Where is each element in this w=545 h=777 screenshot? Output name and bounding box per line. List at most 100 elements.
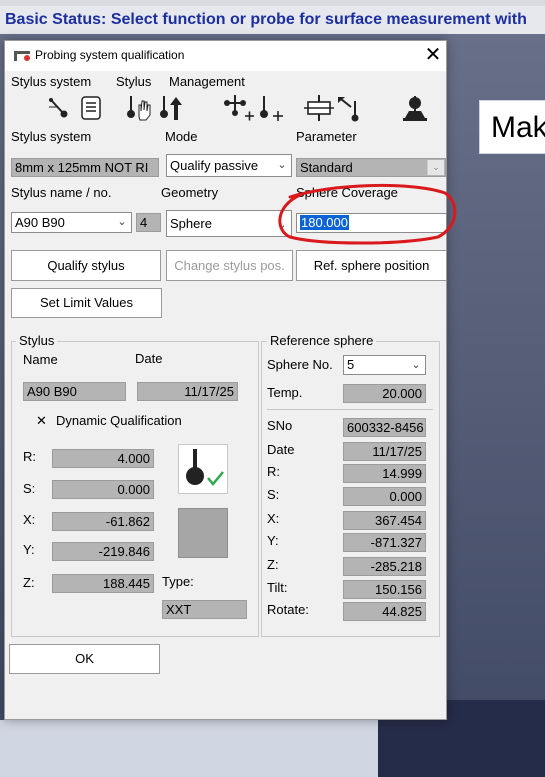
stylus-r-label: R: — [23, 449, 36, 464]
stylus-database-icon — [81, 96, 101, 120]
menu-management[interactable]: Management — [169, 74, 245, 89]
type-label: Type: — [162, 574, 194, 589]
probe-head-button[interactable] — [303, 93, 335, 123]
stylus-date-col-label: Date — [135, 351, 163, 366]
add-stylus-icon — [260, 96, 283, 121]
background-card: Mak — [479, 100, 545, 154]
sphere-z-label: Z: — [267, 557, 279, 572]
chevron-down-icon: ⌄ — [411, 359, 421, 371]
sphere-s-value: 0.000 — [343, 487, 426, 506]
stylus-z-value: 188.445 — [52, 574, 154, 593]
sphere-x-label: X: — [267, 511, 280, 526]
sphere-x-value: 367.454 — [343, 511, 426, 530]
stylus-y-value: -219.846 — [52, 542, 154, 561]
temp-label: Temp. — [267, 385, 303, 400]
geometry-label: Geometry — [161, 185, 219, 200]
app-icon — [14, 51, 30, 61]
background-panel — [0, 720, 378, 777]
sphere-date-label: Date — [267, 442, 295, 457]
stylus-name-label: Stylus name / no. — [11, 185, 112, 200]
close-button[interactable]: ✕ — [421, 43, 445, 67]
stylus-hand-icon — [127, 96, 151, 121]
sphere-sno-label: SNo — [267, 418, 293, 433]
reference-sphere-button[interactable] — [399, 93, 431, 123]
dialog-titlebar: Probing system qualification ✕ — [5, 41, 446, 71]
sphere-y-value: -871.327 — [343, 533, 426, 552]
stylus-r-value: 4.000 — [52, 449, 154, 468]
stylus-hand-button[interactable] — [123, 93, 155, 123]
mode-label: Mode — [165, 129, 198, 144]
stylus-s-value: 0.000 — [52, 480, 154, 499]
stylus-up-button[interactable] — [155, 93, 187, 123]
stylus-z-label: Z: — [23, 575, 35, 590]
reference-sphere-title: Reference sphere — [267, 333, 377, 348]
mode-value: Qualify passive — [170, 158, 259, 173]
close-icon: ✕ — [424, 44, 442, 66]
parameter-dropdown[interactable]: Standard ⌄ — [296, 158, 446, 177]
sphere-r-value: 14.999 — [343, 464, 426, 483]
stylus-date-value: 11/17/25 — [137, 382, 238, 401]
dynamic-qualification-label: Dynamic Qualification — [56, 413, 182, 428]
mode-dropdown[interactable]: Qualify passive ⌄ — [166, 154, 292, 177]
change-stylus-pos-button[interactable]: Change stylus pos. — [166, 250, 293, 281]
stylus-group-title: Stylus — [16, 333, 58, 348]
menu-stylus[interactable]: Stylus — [116, 74, 151, 89]
dialog-title: Probing system qualification — [35, 48, 185, 62]
stylus-x-value: -61.862 — [52, 512, 154, 531]
red-annotation-circle — [278, 183, 457, 245]
stylus-y-label: Y: — [23, 542, 35, 557]
dynamic-qualification-mark: ✕ — [36, 413, 47, 428]
stylus-name-dropdown[interactable]: A90 B90 ⌄ — [11, 212, 132, 233]
stylus-check-icon — [186, 449, 224, 486]
sphere-no-label: Sphere No. — [267, 357, 333, 372]
sphere-date-value: 11/17/25 — [343, 442, 426, 461]
sphere-no-dropdown[interactable]: 5 ⌄ — [343, 355, 426, 375]
sphere-y-label: Y: — [267, 533, 279, 548]
chevron-down-icon: ⌄ — [277, 159, 287, 171]
status-bar: Basic Status: Select function or probe f… — [0, 6, 545, 34]
sphere-z-value: -285.218 — [343, 557, 426, 576]
stylus-system-field: 8mm x 125mm NOT RI — [11, 158, 159, 177]
stylus-config-button[interactable] — [43, 93, 75, 123]
chevron-down-icon: ⌄ — [427, 160, 444, 175]
stylus-name-col-label: Name — [23, 352, 58, 367]
sphere-rotate-value: 44.825 — [343, 602, 426, 621]
stylus-x-label: X: — [23, 512, 36, 527]
parameter-label: Parameter — [296, 129, 357, 144]
sphere-rotate-label: Rotate: — [267, 602, 309, 617]
probing-qualification-dialog: Probing system qualification ✕ Stylus sy… — [4, 40, 457, 720]
probe-change-button[interactable] — [335, 93, 367, 123]
probe-change-icon — [338, 97, 359, 122]
add-star-stylus-icon — [224, 95, 254, 121]
chevron-down-icon: ⌄ — [117, 216, 127, 228]
sphere-s-label: S: — [267, 487, 280, 502]
sphere-sno-value: 600332-8456 — [343, 418, 426, 437]
ok-button[interactable]: OK — [9, 644, 160, 674]
stylus-number-field[interactable]: 4 — [136, 213, 161, 232]
parameter-value: Standard — [300, 160, 353, 175]
stylus-up-icon — [160, 96, 182, 120]
stylus-s-label: S: — [23, 481, 36, 496]
stylus-config-icon — [49, 98, 68, 118]
stylus-preview-image — [178, 508, 228, 558]
stylus-database-button[interactable] — [75, 93, 107, 123]
divider — [267, 409, 433, 410]
geometry-value: Sphere — [170, 216, 212, 231]
reference-sphere-icon — [403, 96, 427, 121]
stylus-name-value: A90 B90 — [23, 382, 126, 401]
type-value: XXT — [162, 600, 247, 619]
temp-value[interactable]: 20.000 — [343, 384, 426, 403]
sphere-no-value: 5 — [347, 357, 355, 372]
sphere-tilt-label: Tilt: — [267, 580, 288, 595]
ref-sphere-position-button[interactable]: Ref. sphere position — [296, 250, 447, 281]
add-star-stylus-button[interactable] — [223, 93, 255, 123]
add-stylus-button[interactable] — [255, 93, 287, 123]
qualify-stylus-button[interactable]: Qualify stylus — [11, 250, 161, 281]
sphere-tilt-value: 150.156 — [343, 580, 426, 599]
stylus-system-label: Stylus system — [11, 129, 92, 144]
set-limit-values-button[interactable]: Set Limit Values — [11, 288, 162, 318]
probe-head-icon — [304, 95, 334, 121]
menu-stylus-system[interactable]: Stylus system — [11, 74, 91, 89]
stylus-name-value: A90 B90 — [15, 215, 65, 230]
sphere-r-label: R: — [267, 464, 280, 479]
